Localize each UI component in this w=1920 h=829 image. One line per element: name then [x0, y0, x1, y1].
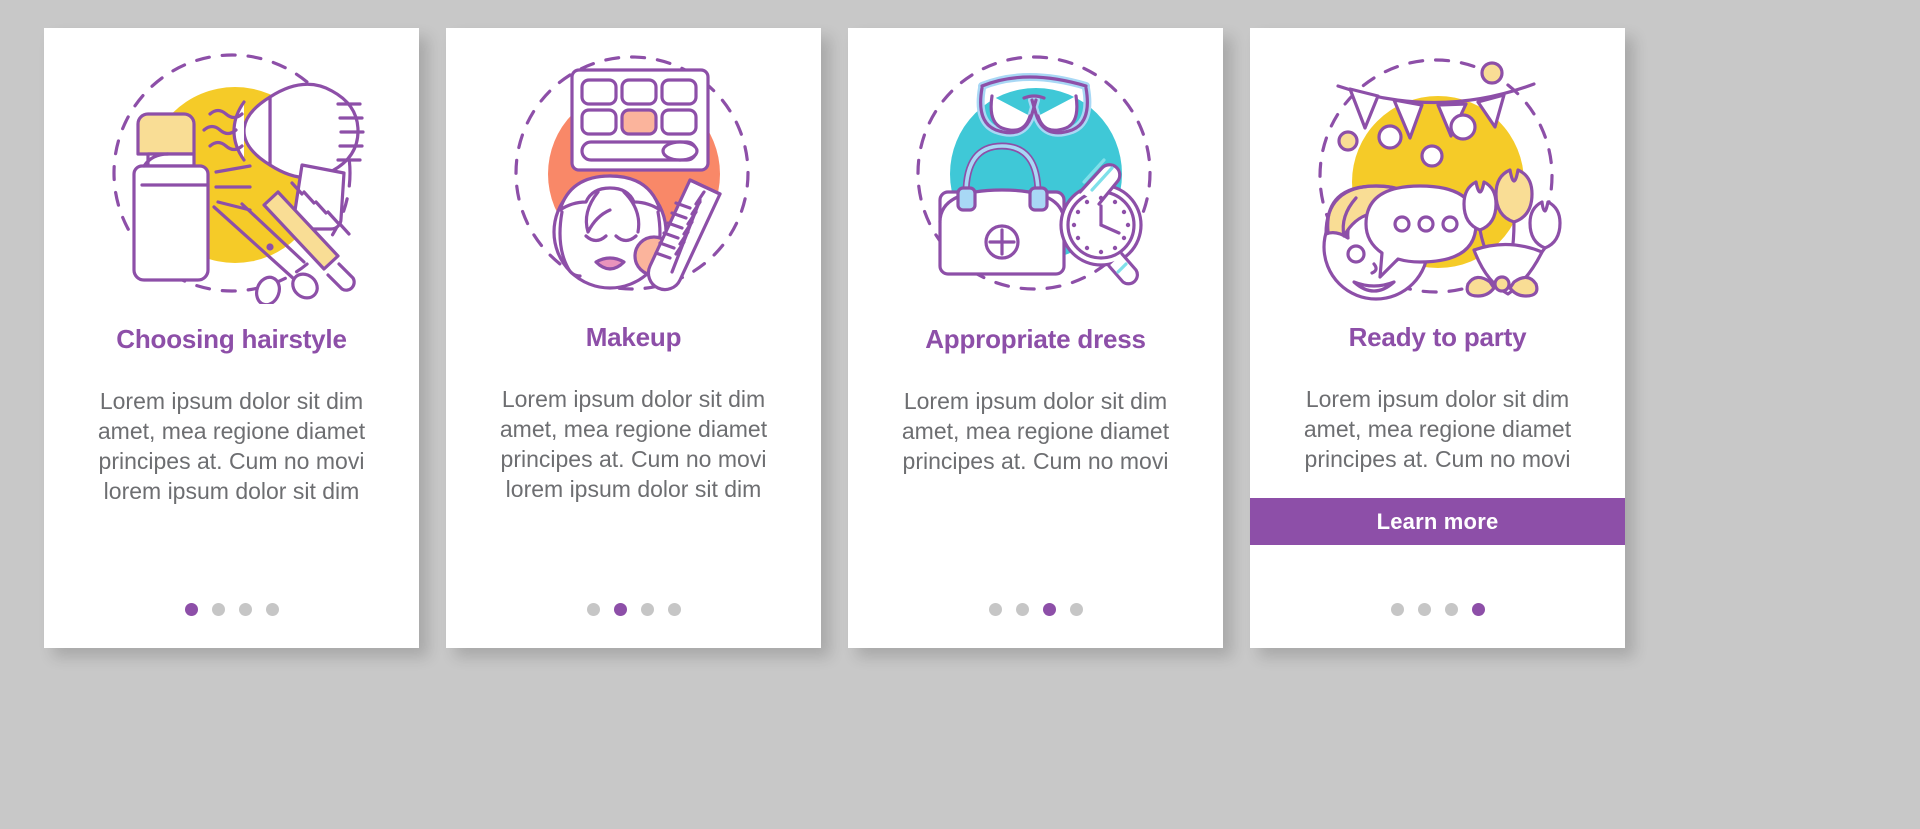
card-title: Ready to party — [1348, 322, 1527, 352]
onboarding-screen-ready-to-party: Ready to party Lorem ipsum dolor sit dim… — [1250, 28, 1625, 648]
illustration-ready-to-party — [1250, 28, 1625, 318]
card-description: Lorem ipsum dolor sit dim amet, mea regi… — [97, 388, 366, 505]
pagination-dot-1[interactable] — [586, 603, 600, 616]
makeup-icon — [513, 55, 750, 292]
card-title: Choosing hairstyle — [116, 324, 347, 354]
learn-more-button[interactable]: Learn more — [1250, 498, 1625, 545]
illustration-makeup — [446, 28, 821, 318]
pagination-dot-3[interactable] — [238, 603, 252, 616]
pagination-dot-2[interactable] — [613, 603, 627, 616]
pagination-dot-3[interactable] — [1042, 603, 1056, 616]
pagination-dot-4[interactable] — [1069, 603, 1083, 616]
onboarding-screen-choosing-hairstyle: Choosing hairstyle Lorem ipsum dolor sit… — [44, 28, 419, 648]
pagination-dot-3[interactable] — [1444, 603, 1458, 616]
party-icon — [1317, 58, 1562, 301]
pagination-dots — [446, 603, 821, 616]
pagination-dots — [1250, 603, 1625, 616]
pagination-dot-4[interactable] — [1471, 603, 1485, 616]
pagination-dot-3[interactable] — [640, 603, 654, 616]
illustration-appropriate-dress — [848, 28, 1223, 318]
onboarding-screen-appropriate-dress: Appropriate dress Lorem ipsum dolor sit … — [848, 28, 1223, 648]
pagination-dot-1[interactable] — [1390, 603, 1404, 616]
pagination-dots — [44, 603, 419, 616]
onboarding-screen-makeup: Makeup Lorem ipsum dolor sit dim amet, m… — [446, 28, 821, 648]
pagination-dot-1[interactable] — [184, 603, 198, 616]
dress-accessories-icon — [915, 55, 1152, 291]
pagination-dot-2[interactable] — [211, 603, 225, 616]
illustration-hairstyle — [44, 28, 419, 318]
pagination-dot-2[interactable] — [1417, 603, 1431, 616]
card-title: Makeup — [585, 322, 682, 352]
pagination-dot-4[interactable] — [265, 603, 279, 616]
card-title: Appropriate dress — [925, 324, 1146, 354]
pagination-dot-4[interactable] — [667, 603, 681, 616]
card-description: Lorem ipsum dolor sit dim amet, mea regi… — [499, 386, 768, 503]
pagination-dot-2[interactable] — [1015, 603, 1029, 616]
card-description: Lorem ipsum dolor sit dim amet, mea regi… — [901, 388, 1170, 475]
card-description: Lorem ipsum dolor sit dim amet, mea regi… — [1303, 386, 1572, 473]
pagination-dot-1[interactable] — [988, 603, 1002, 616]
hairstyle-icon — [111, 53, 365, 304]
onboarding-screens-row: Choosing hairstyle Lorem ipsum dolor sit… — [0, 0, 1920, 648]
pagination-dots — [848, 603, 1223, 616]
